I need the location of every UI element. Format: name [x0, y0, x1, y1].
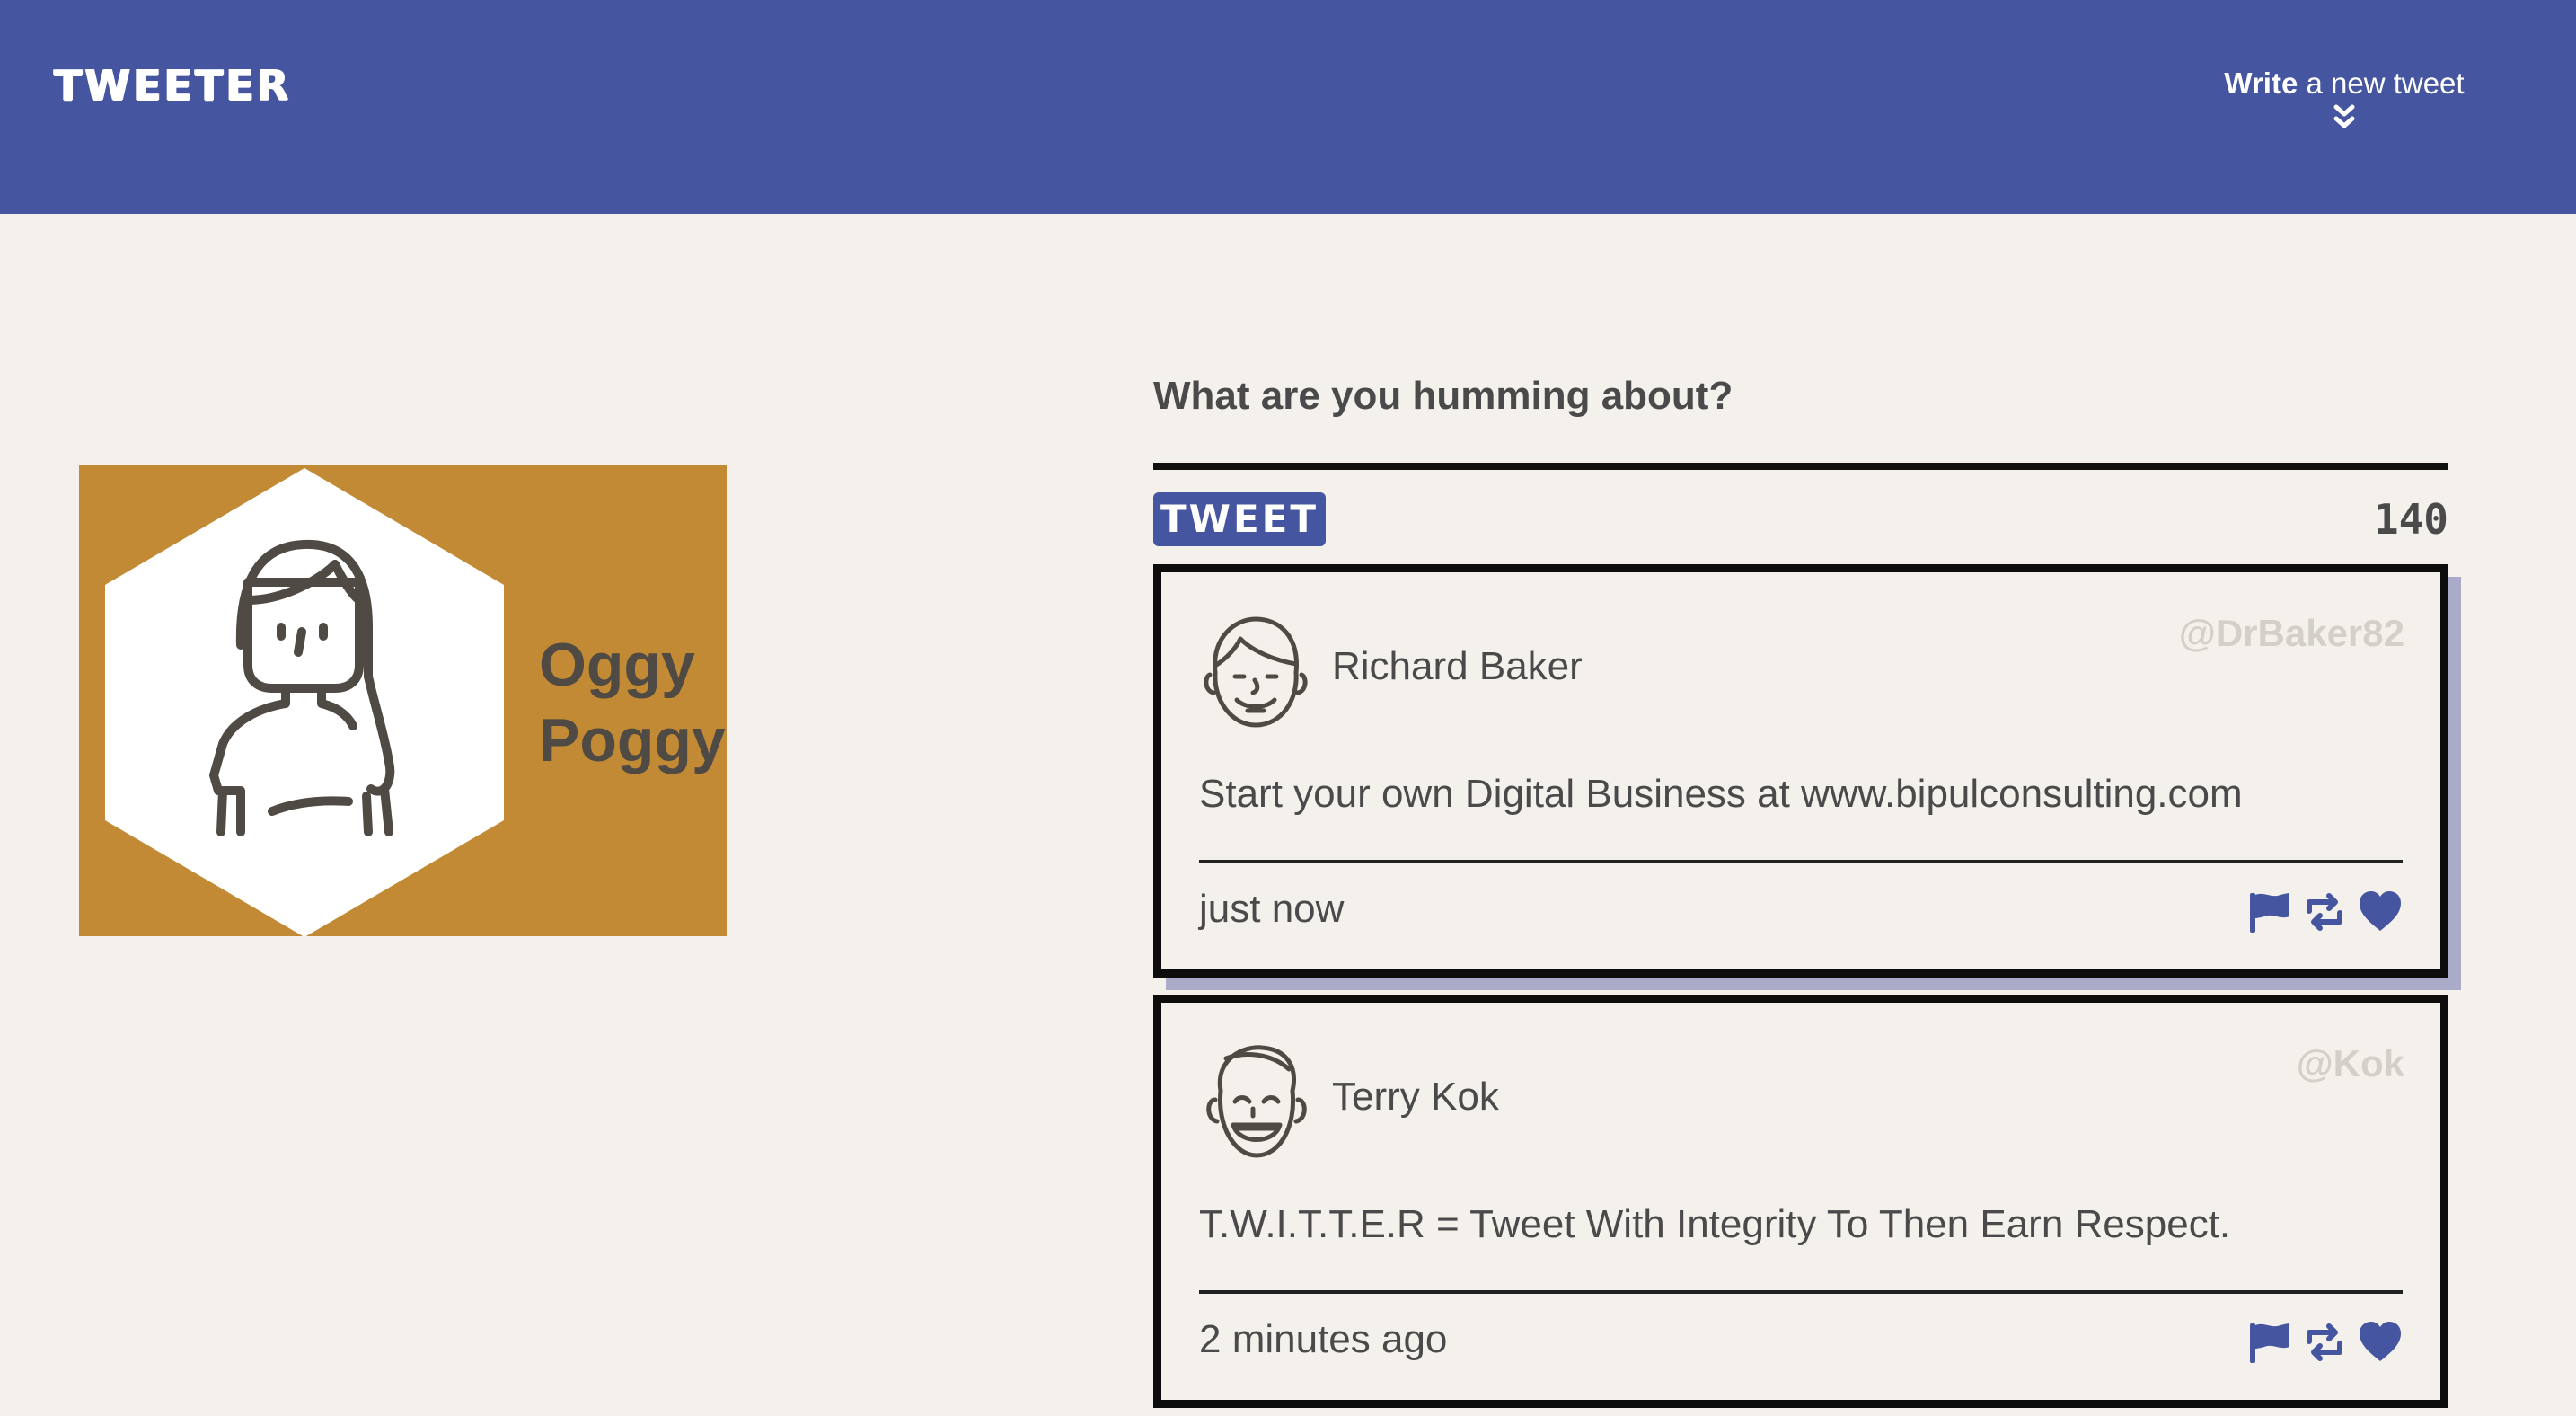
- profile-name: Oggy Poggy: [539, 627, 726, 778]
- navbar: TWEETER Write a new tweet: [0, 0, 2576, 214]
- profile-first-name: Oggy: [539, 631, 695, 699]
- tweet-divider: [1199, 860, 2403, 863]
- tweet-content: Start your own Digital Business at www.b…: [1199, 772, 2243, 816]
- profile-card: Oggy Poggy: [79, 465, 727, 936]
- tweet-timestamp: just now: [1199, 887, 1345, 931]
- tweet-author-name: Terry Kok: [1332, 1075, 1499, 1119]
- tweet-timestamp: 2 minutes ago: [1199, 1317, 1448, 1361]
- tweet-actions: [2245, 1317, 2404, 1367]
- tweet-author-handle: @Kok: [2296, 1042, 2404, 1084]
- flag-icon[interactable]: [2245, 888, 2293, 936]
- smiling-man-avatar-icon: [1204, 616, 1308, 728]
- write-new-tweet-toggle[interactable]: Write a new tweet: [2174, 66, 2515, 133]
- tweet-content: T.W.I.T.T.E.R = Tweet With Integrity To …: [1199, 1202, 2231, 1246]
- flag-icon[interactable]: [2245, 1318, 2293, 1367]
- compose-textarea[interactable]: [1153, 463, 2448, 470]
- compose-prompt: What are you humming about?: [1153, 374, 1734, 418]
- profile-last-name: Poggy: [539, 706, 726, 774]
- retweet-icon[interactable]: [2300, 888, 2349, 936]
- tweet-author-name: Richard Baker: [1332, 644, 1583, 688]
- brand-logo[interactable]: TWEETER: [54, 61, 291, 110]
- tweet-divider: [1199, 1290, 2403, 1294]
- tweet-actions: [2245, 887, 2404, 937]
- tweet-card: Richard Baker @DrBaker82 Start your own …: [1153, 564, 2448, 978]
- tweet-card: Terry Kok @Kok T.W.I.T.T.E.R = Tweet Wit…: [1153, 995, 2448, 1408]
- heart-icon[interactable]: [2356, 888, 2404, 936]
- heart-icon[interactable]: [2356, 1318, 2404, 1367]
- double-chevron-down-icon: [2333, 104, 2355, 128]
- compose-toggle-label: a new tweet: [2298, 66, 2465, 100]
- tweet-button[interactable]: TWEET: [1153, 492, 1326, 546]
- laughing-man-avatar-icon: [1206, 1045, 1307, 1158]
- char-counter: 140: [2373, 495, 2448, 544]
- compose-toggle-bold-label: Write: [2224, 66, 2298, 100]
- tweet-author-handle: @DrBaker82: [2178, 612, 2404, 654]
- retweet-icon[interactable]: [2300, 1318, 2349, 1367]
